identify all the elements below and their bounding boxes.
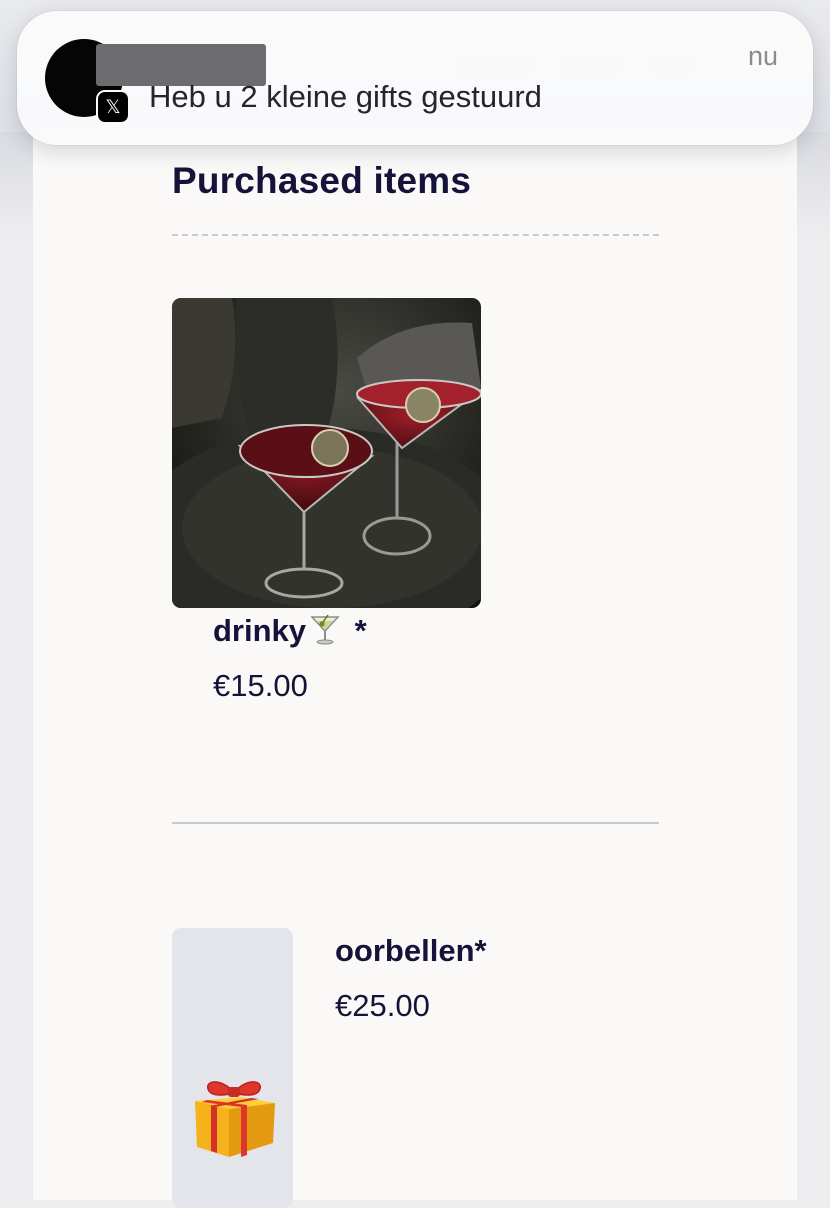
item-image-cocktails[interactable]: [172, 298, 481, 608]
item-divider: [172, 822, 659, 824]
notification-banner[interactable]: 𝕏 Heb u 2 kleine gifts gestuurd nu: [17, 11, 813, 145]
item-name-suffix: *: [346, 613, 367, 648]
purchased-items-card: [33, 132, 797, 1200]
item-name[interactable]: drinky *: [213, 613, 367, 653]
notification-message: Heb u 2 kleine gifts gestuurd: [149, 79, 542, 114]
notification-time: nu: [747, 41, 778, 71]
section-title: Purchased items: [172, 160, 472, 201]
item-name[interactable]: oorbellen*: [335, 933, 487, 969]
cocktail-glass-icon: [310, 613, 340, 653]
item-price: €15.00: [213, 668, 308, 703]
item-image-placeholder[interactable]: [172, 928, 293, 1208]
section-divider: [172, 234, 659, 236]
item-name-text[interactable]: drinky: [213, 613, 306, 648]
item-price: €25.00: [335, 988, 430, 1023]
gift-icon: [195, 1081, 275, 1157]
x-logo-icon: 𝕏: [96, 90, 130, 124]
